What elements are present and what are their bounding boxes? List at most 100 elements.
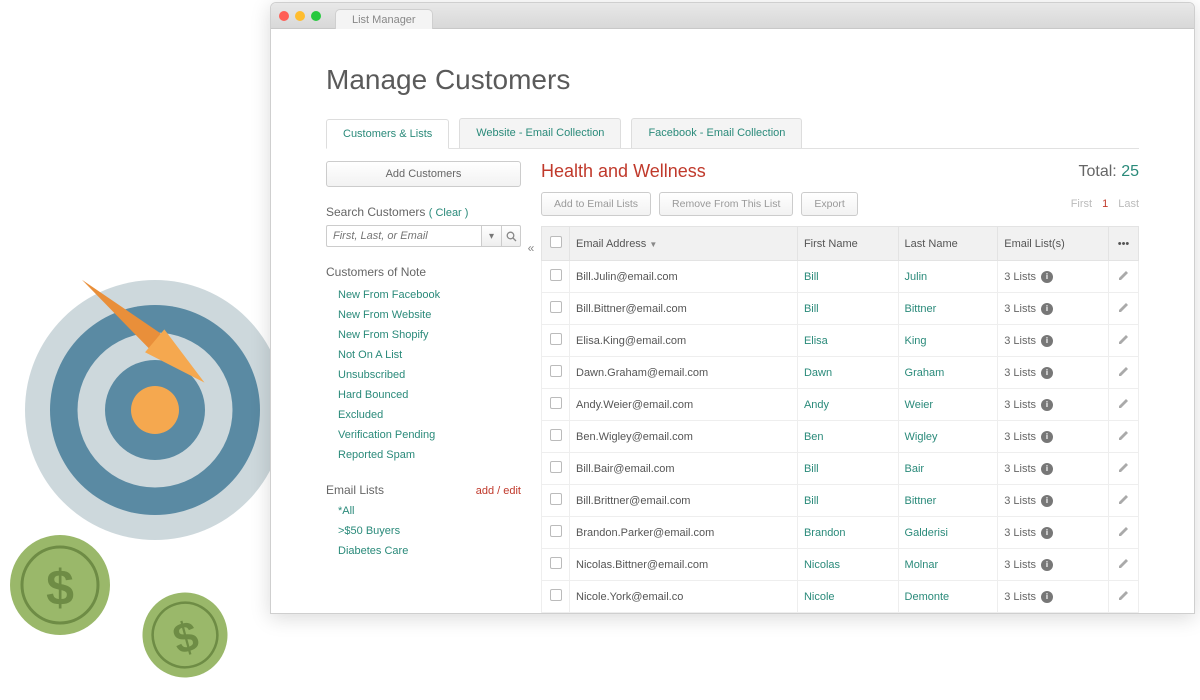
- cell-first-name[interactable]: Elisa: [797, 325, 898, 357]
- cell-last-name[interactable]: Bittner: [898, 485, 998, 517]
- maximize-icon[interactable]: [311, 11, 321, 21]
- note-item[interactable]: Excluded: [326, 405, 521, 425]
- info-icon[interactable]: i: [1041, 463, 1053, 475]
- row-checkbox[interactable]: [542, 517, 570, 549]
- search-button[interactable]: [501, 225, 521, 247]
- edit-row-button[interactable]: [1109, 581, 1139, 613]
- table-row: Bill.Bair@email.comBillBair3 Lists i: [542, 453, 1139, 485]
- window-controls[interactable]: [279, 11, 321, 21]
- cell-first-name[interactable]: Bill: [797, 485, 898, 517]
- info-icon[interactable]: i: [1041, 495, 1053, 507]
- row-checkbox[interactable]: [542, 389, 570, 421]
- pager-last[interactable]: Last: [1118, 198, 1139, 210]
- pencil-icon: [1118, 333, 1130, 345]
- collapse-sidebar-button[interactable]: «: [521, 161, 541, 613]
- browser-tab[interactable]: List Manager: [335, 9, 433, 29]
- export-button[interactable]: Export: [801, 192, 857, 216]
- cell-last-name[interactable]: Demonte: [898, 581, 998, 613]
- col-first-name[interactable]: First Name: [797, 227, 898, 261]
- info-icon[interactable]: i: [1041, 335, 1053, 347]
- cell-email: Bill.Julin@email.com: [570, 261, 798, 293]
- table-row: Andy.Weier@email.comAndyWeier3 Lists i: [542, 389, 1139, 421]
- decorative-illustration: [25, 280, 285, 540]
- info-icon[interactable]: i: [1041, 303, 1053, 315]
- note-item[interactable]: New From Shopify: [326, 325, 521, 345]
- cell-last-name[interactable]: Molnar: [898, 549, 998, 581]
- col-email[interactable]: Email Address▼: [570, 227, 798, 261]
- edit-row-button[interactable]: [1109, 389, 1139, 421]
- tab-0[interactable]: Customers & Lists: [326, 119, 449, 149]
- col-more[interactable]: •••: [1109, 227, 1139, 261]
- note-item[interactable]: Not On A List: [326, 345, 521, 365]
- cell-first-name[interactable]: Bill: [797, 453, 898, 485]
- cell-first-name[interactable]: Nicolas: [797, 549, 898, 581]
- minimize-icon[interactable]: [295, 11, 305, 21]
- cell-first-name[interactable]: Andy: [797, 389, 898, 421]
- clear-search-link[interactable]: ( Clear ): [429, 207, 469, 219]
- cell-last-name[interactable]: Wigley: [898, 421, 998, 453]
- cell-first-name[interactable]: Nicole: [797, 581, 898, 613]
- edit-row-button[interactable]: [1109, 357, 1139, 389]
- tab-1[interactable]: Website - Email Collection: [459, 118, 621, 148]
- info-icon[interactable]: i: [1041, 559, 1053, 571]
- row-checkbox[interactable]: [542, 485, 570, 517]
- edit-row-button[interactable]: [1109, 549, 1139, 581]
- edit-row-button[interactable]: [1109, 421, 1139, 453]
- info-icon[interactable]: i: [1041, 591, 1053, 603]
- add-to-lists-button[interactable]: Add to Email Lists: [541, 192, 651, 216]
- edit-row-button[interactable]: [1109, 293, 1139, 325]
- cell-last-name[interactable]: Weier: [898, 389, 998, 421]
- cell-last-name[interactable]: Bair: [898, 453, 998, 485]
- tab-2[interactable]: Facebook - Email Collection: [631, 118, 802, 148]
- add-customers-button[interactable]: Add Customers: [326, 161, 521, 187]
- search-input[interactable]: [326, 225, 481, 247]
- cell-last-name[interactable]: King: [898, 325, 998, 357]
- info-icon[interactable]: i: [1041, 527, 1053, 539]
- cell-lists: 3 Lists i: [998, 485, 1109, 517]
- note-item[interactable]: Verification Pending: [326, 425, 521, 445]
- cell-last-name[interactable]: Galderisi: [898, 517, 998, 549]
- info-icon[interactable]: i: [1041, 367, 1053, 379]
- note-item[interactable]: Unsubscribed: [326, 365, 521, 385]
- edit-row-button[interactable]: [1109, 453, 1139, 485]
- row-checkbox[interactable]: [542, 453, 570, 485]
- row-checkbox[interactable]: [542, 581, 570, 613]
- row-checkbox[interactable]: [542, 357, 570, 389]
- info-icon[interactable]: i: [1041, 271, 1053, 283]
- note-item[interactable]: Hard Bounced: [326, 385, 521, 405]
- email-list-item[interactable]: >$50 Buyers: [326, 521, 521, 541]
- row-checkbox[interactable]: [542, 549, 570, 581]
- cell-last-name[interactable]: Julin: [898, 261, 998, 293]
- email-list-item[interactable]: Diabetes Care: [326, 541, 521, 561]
- email-list-item[interactable]: *All: [326, 501, 521, 521]
- edit-row-button[interactable]: [1109, 325, 1139, 357]
- cell-last-name[interactable]: Bittner: [898, 293, 998, 325]
- edit-row-button[interactable]: [1109, 517, 1139, 549]
- pager-first[interactable]: First: [1071, 198, 1092, 210]
- close-icon[interactable]: [279, 11, 289, 21]
- select-all-header[interactable]: [542, 227, 570, 261]
- note-item[interactable]: New From Website: [326, 305, 521, 325]
- row-checkbox[interactable]: [542, 421, 570, 453]
- cell-last-name[interactable]: Graham: [898, 357, 998, 389]
- table-row: Bill.Julin@email.comBillJulin3 Lists i: [542, 261, 1139, 293]
- cell-first-name[interactable]: Ben: [797, 421, 898, 453]
- row-checkbox[interactable]: [542, 261, 570, 293]
- col-last-name[interactable]: Last Name: [898, 227, 998, 261]
- row-checkbox[interactable]: [542, 325, 570, 357]
- edit-row-button[interactable]: [1109, 485, 1139, 517]
- cell-first-name[interactable]: Bill: [797, 293, 898, 325]
- note-item[interactable]: Reported Spam: [326, 445, 521, 465]
- info-icon[interactable]: i: [1041, 399, 1053, 411]
- edit-row-button[interactable]: [1109, 261, 1139, 293]
- info-icon[interactable]: i: [1041, 431, 1053, 443]
- cell-first-name[interactable]: Brandon: [797, 517, 898, 549]
- add-edit-lists-link[interactable]: add / edit: [476, 485, 521, 497]
- cell-first-name[interactable]: Dawn: [797, 357, 898, 389]
- col-lists[interactable]: Email List(s): [998, 227, 1109, 261]
- note-item[interactable]: New From Facebook: [326, 285, 521, 305]
- row-checkbox[interactable]: [542, 293, 570, 325]
- cell-first-name[interactable]: Bill: [797, 261, 898, 293]
- remove-from-list-button[interactable]: Remove From This List: [659, 192, 793, 216]
- search-dropdown-button[interactable]: ▾: [481, 225, 501, 247]
